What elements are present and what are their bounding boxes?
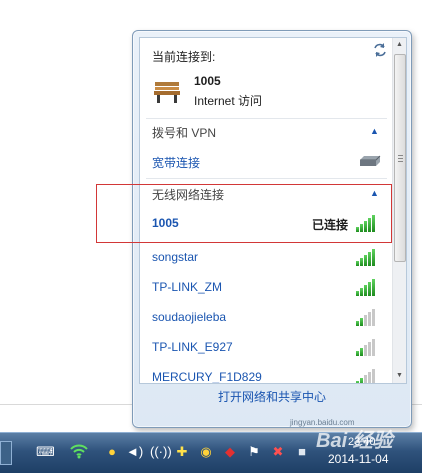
network-name: TP-LINK_ZM <box>152 280 223 294</box>
qq-icon[interactable]: ◉ <box>198 443 214 461</box>
separator <box>146 178 387 179</box>
open-network-sharing-center-link[interactable]: 打开网络和共享中心 <box>133 388 411 405</box>
network-activity-icon[interactable]: ((·)) <box>150 443 172 461</box>
clock-time[interactable]: 23:40 <box>348 436 376 448</box>
red-x-icon[interactable]: ✖ <box>270 443 286 461</box>
signal-strength-icon <box>356 368 378 383</box>
scroll-thumb[interactable] <box>394 54 406 262</box>
network-item[interactable]: TP-LINK_E927 <box>140 332 393 360</box>
collapse-dialup-icon[interactable]: ▲ <box>370 126 379 136</box>
red-app-icon[interactable]: ◆ <box>222 443 238 461</box>
signal-strength-icon <box>356 308 378 326</box>
signal-strength-icon <box>356 248 378 266</box>
current-connection-label: 当前连接到: <box>152 50 216 64</box>
signal-strength-icon <box>356 278 378 296</box>
current-network-access: Internet 访问 <box>194 94 263 108</box>
network-name: MERCURY_F1D829 <box>152 370 262 384</box>
highlight-box <box>96 184 392 243</box>
vertical-scrollbar[interactable]: ▲ ▼ <box>392 38 406 383</box>
shield-icon[interactable]: ■ <box>294 443 310 461</box>
separator <box>146 118 387 119</box>
signal-strength-icon <box>356 338 378 356</box>
network-name: soudaojieleba <box>152 310 227 324</box>
network-item[interactable]: TP-LINK_ZM <box>140 272 393 300</box>
wifi-icon[interactable] <box>70 443 88 461</box>
scroll-up-icon[interactable]: ▲ <box>393 38 406 52</box>
broadband-connection-item[interactable]: 宽带连接 <box>152 154 200 171</box>
show-hidden-icons-button[interactable] <box>0 441 12 465</box>
network-item[interactable]: MERCURY_F1D829 <box>140 362 393 384</box>
network-name: TP-LINK_E927 <box>152 340 233 354</box>
refresh-icon[interactable] <box>372 42 388 58</box>
scroll-down-icon[interactable]: ▼ <box>393 369 406 383</box>
plus-icon[interactable]: ✚ <box>174 443 190 461</box>
network-item[interactable]: soudaojieleba <box>140 302 393 330</box>
dialup-section-title: 拨号和 VPN <box>152 126 217 140</box>
bench-network-icon <box>152 76 182 106</box>
network-item[interactable]: songstar <box>140 242 393 270</box>
current-network-name: 1005 <box>194 74 221 88</box>
paw-icon[interactable]: ● <box>104 443 120 461</box>
network-name: songstar <box>152 250 199 264</box>
flag-icon[interactable]: ⚑ <box>246 443 262 461</box>
clock-date[interactable]: 2014-11-04 <box>328 452 389 466</box>
modem-icon <box>358 154 382 168</box>
volume-icon[interactable]: ◄) <box>126 443 143 461</box>
keyboard-icon[interactable]: ⌨ <box>36 443 55 461</box>
